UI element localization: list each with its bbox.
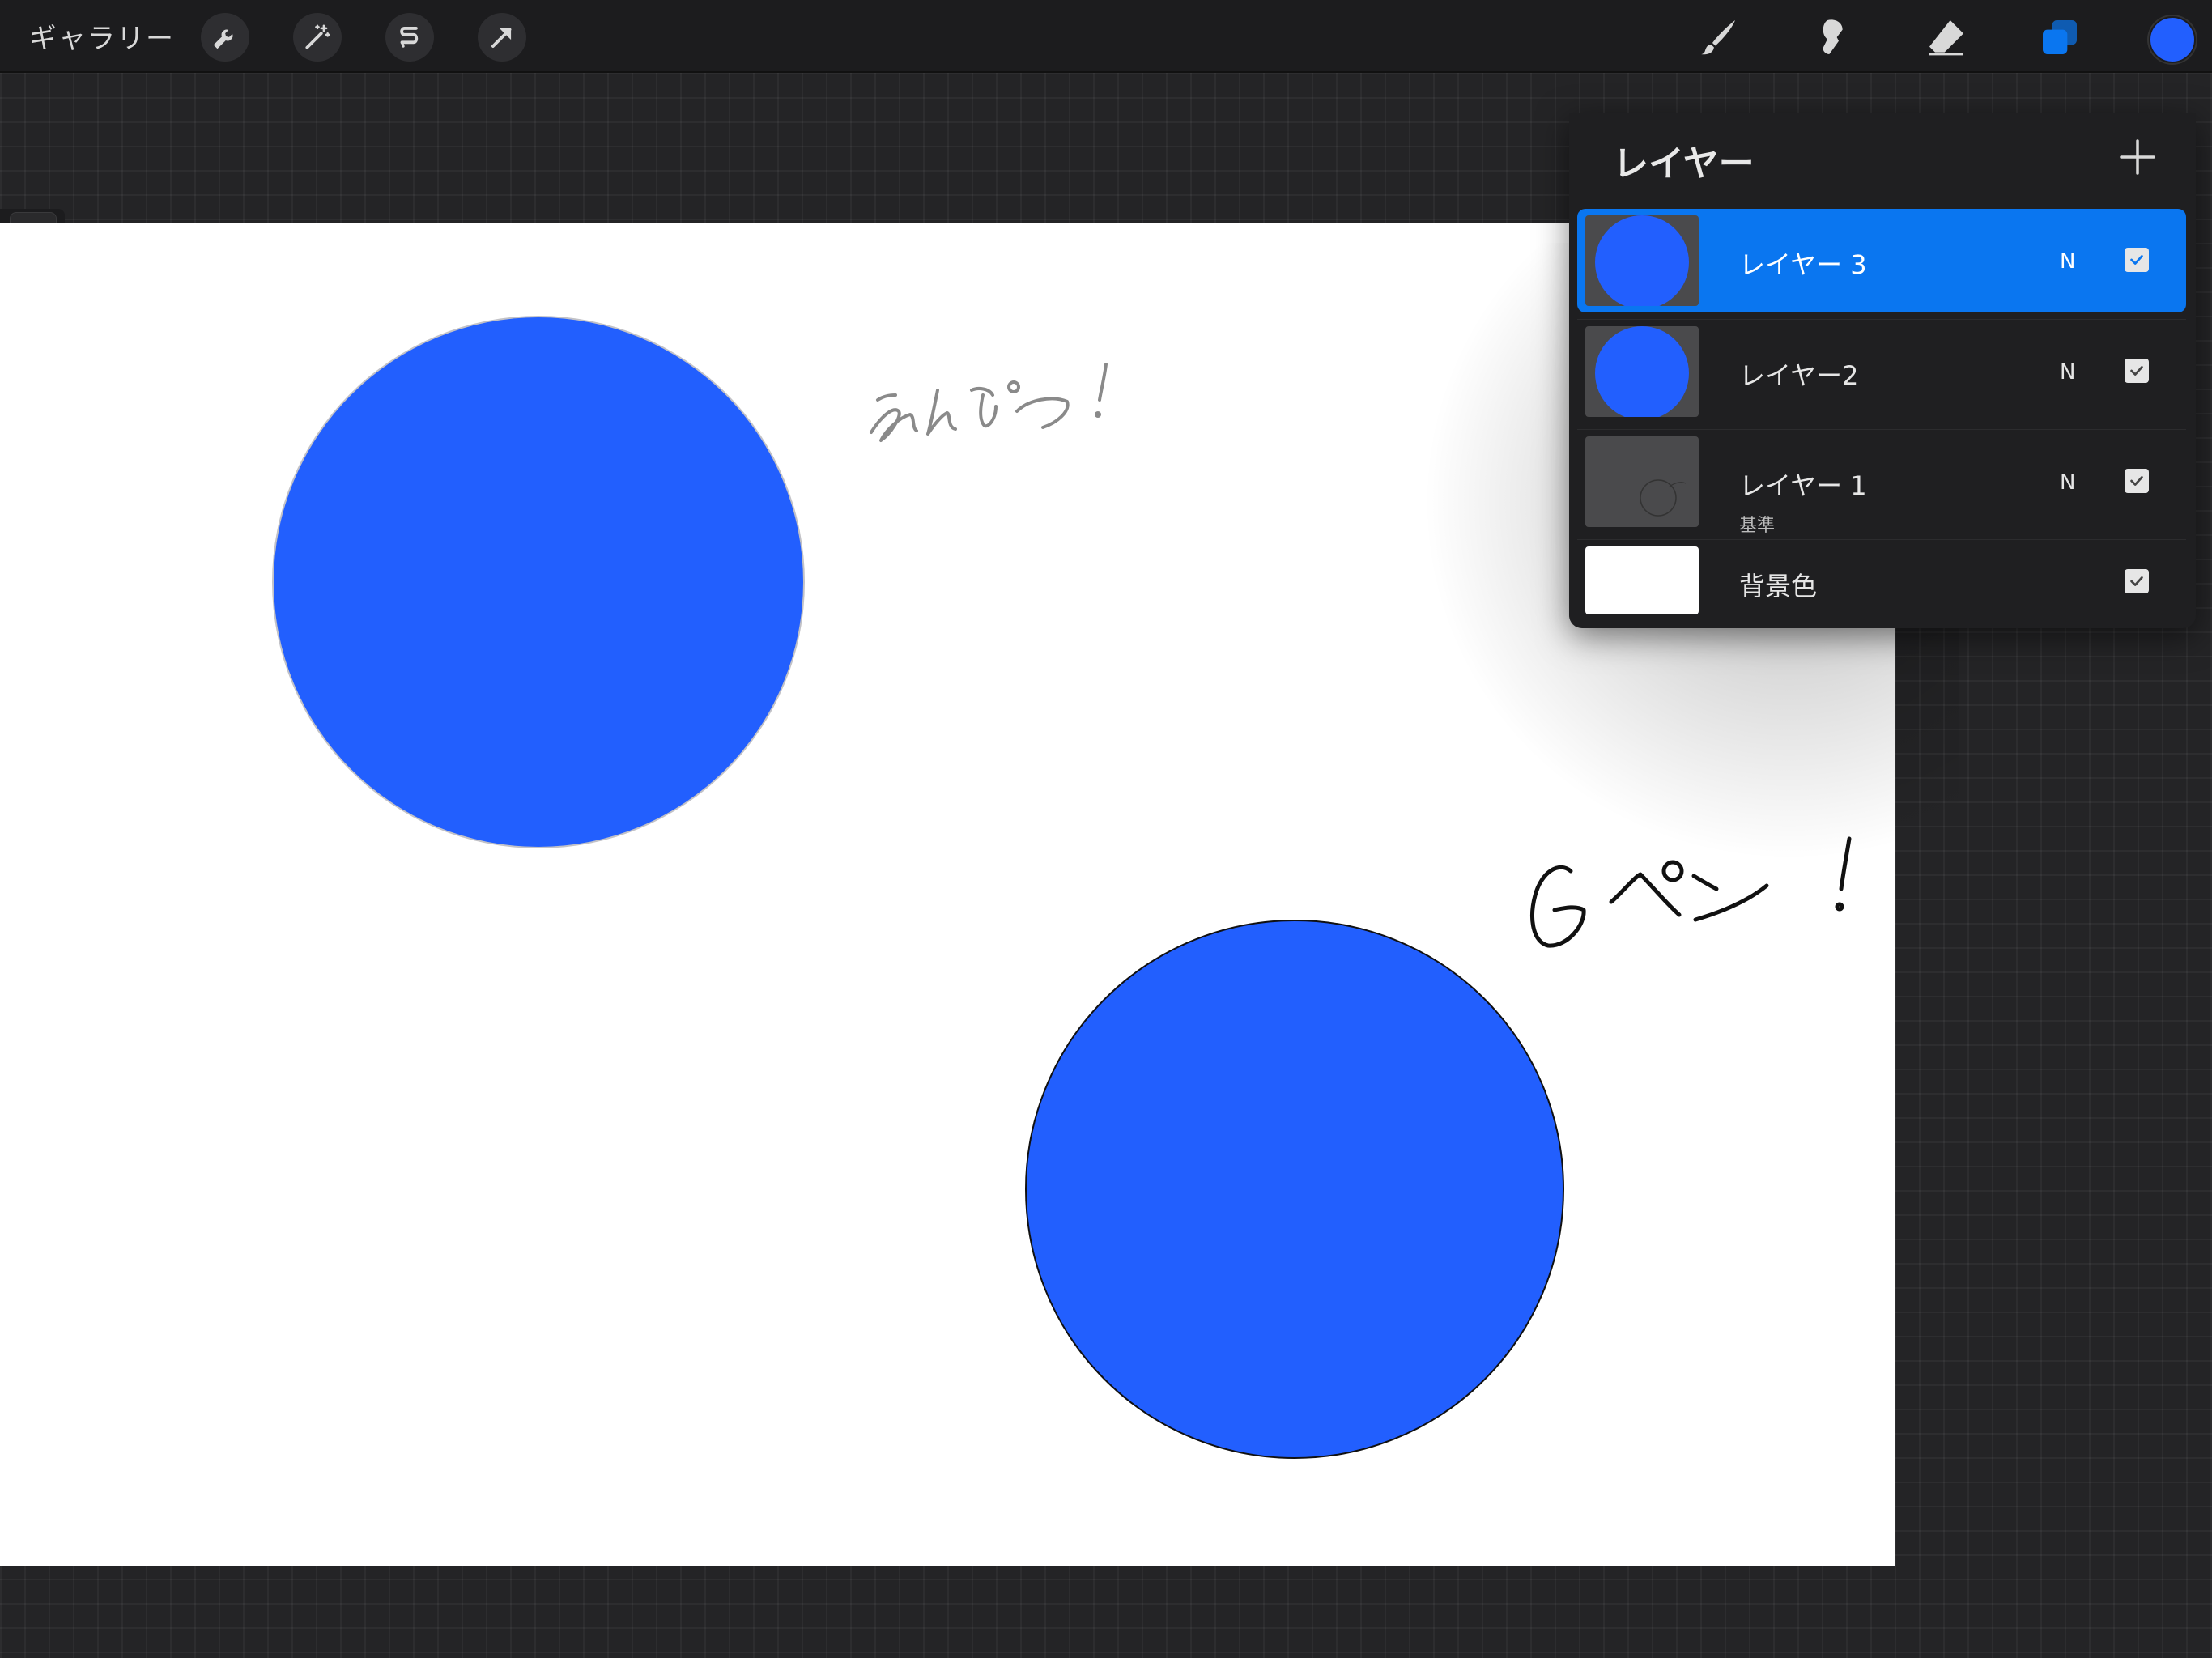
background-color-row[interactable]: 背景色	[1577, 539, 2186, 624]
checkmark-icon	[2130, 476, 2143, 486]
visibility-checkbox[interactable]	[2125, 248, 2149, 272]
add-layer-button[interactable]	[2113, 133, 2162, 181]
checkmark-icon	[2130, 255, 2143, 265]
layers-panel-title: レイヤー	[1613, 143, 1755, 185]
top-toolbar: ギャラリー	[0, 0, 2212, 73]
brush-icon[interactable]	[1692, 11, 1744, 63]
layer-row-3[interactable]: レイヤー 3 N	[1577, 209, 2186, 312]
pencil-circle	[274, 317, 803, 847]
blend-mode-button[interactable]: N	[2060, 470, 2075, 495]
layer-sublabel: 基準	[1739, 516, 1776, 536]
layer-name: レイヤー2	[1739, 360, 1859, 391]
checkmark-icon	[2130, 366, 2143, 376]
adjustments-magic-wand-icon[interactable]	[293, 13, 342, 62]
pencil-handwriting	[870, 363, 1108, 442]
layer-2-thumbnail	[1585, 326, 1699, 417]
checkmark-icon	[2130, 576, 2143, 586]
gpen-handwriting	[1530, 836, 1852, 948]
layer-name: レイヤー 1	[1739, 470, 1867, 501]
layer-name: 背景色	[1739, 571, 1818, 602]
blend-mode-button[interactable]: N	[2060, 249, 2075, 274]
plus-icon	[2120, 139, 2155, 175]
layer-1-thumbnail	[1585, 436, 1699, 527]
transform-arrow-icon[interactable]	[478, 13, 526, 62]
visibility-checkbox[interactable]	[2125, 469, 2149, 493]
layer-row-1[interactable]: レイヤー 1 基準 N	[1577, 429, 2186, 536]
eraser-icon[interactable]	[1921, 11, 1972, 63]
layer-name: レイヤー 3	[1739, 249, 1867, 280]
background-color-thumbnail	[1585, 546, 1699, 614]
layers-icon[interactable]	[2034, 11, 2086, 63]
actions-wrench-icon[interactable]	[201, 13, 249, 62]
blend-mode-button[interactable]: N	[2060, 360, 2075, 385]
layer-3-thumbnail	[1585, 215, 1699, 306]
gallery-button[interactable]: ギャラリー	[29, 16, 175, 56]
visibility-checkbox[interactable]	[2125, 569, 2149, 593]
visibility-checkbox[interactable]	[2125, 359, 2149, 383]
color-picker-swatch[interactable]	[2149, 16, 2196, 63]
layer-row-2[interactable]: レイヤー2 N	[1577, 319, 2186, 423]
selection-icon[interactable]	[385, 13, 434, 62]
layers-panel: レイヤー レイヤー 3 N レイヤー2 N レイヤー 1 基準 N 背景色	[1569, 113, 2196, 628]
gpen-circle	[1025, 920, 1564, 1459]
smudge-icon[interactable]	[1807, 11, 1859, 63]
